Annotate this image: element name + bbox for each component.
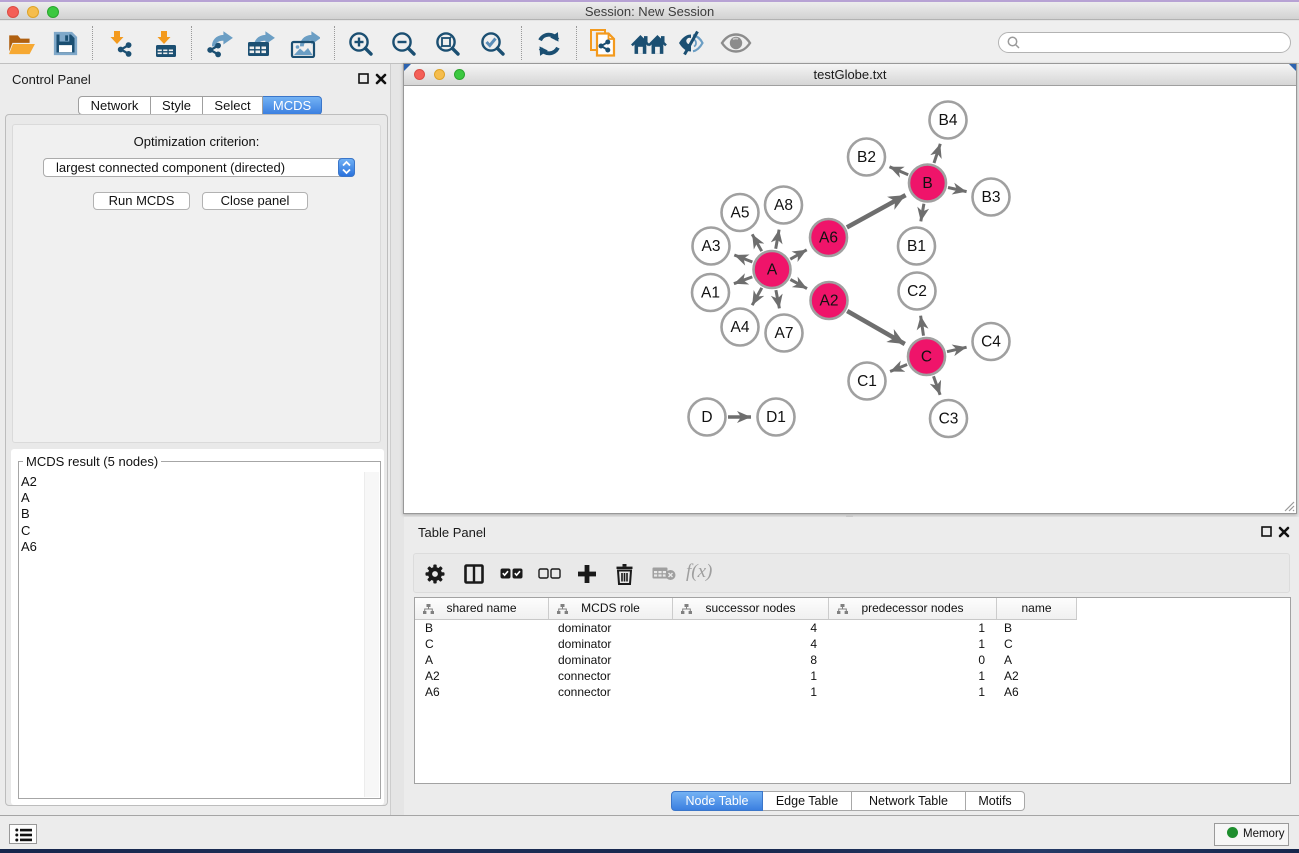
svg-text:A5: A5	[731, 205, 750, 222]
svg-text:A6: A6	[819, 230, 838, 247]
svg-text:A3: A3	[702, 238, 721, 255]
svg-text:A: A	[767, 262, 778, 279]
svg-text:B: B	[922, 175, 932, 192]
svg-text:A4: A4	[731, 319, 750, 336]
svg-text:C4: C4	[981, 334, 1001, 351]
svg-text:B1: B1	[907, 238, 926, 255]
svg-text:C2: C2	[907, 283, 927, 300]
svg-text:C3: C3	[939, 411, 959, 428]
svg-text:B3: B3	[982, 189, 1001, 206]
svg-text:D: D	[701, 409, 712, 426]
svg-text:C: C	[921, 349, 932, 366]
svg-text:A7: A7	[775, 325, 794, 342]
svg-text:A1: A1	[701, 285, 720, 302]
svg-text:D1: D1	[766, 409, 786, 426]
svg-text:A8: A8	[774, 197, 793, 214]
svg-text:B4: B4	[939, 112, 958, 129]
svg-text:C1: C1	[857, 373, 877, 390]
svg-text:A2: A2	[820, 293, 839, 310]
svg-text:B2: B2	[857, 149, 876, 166]
